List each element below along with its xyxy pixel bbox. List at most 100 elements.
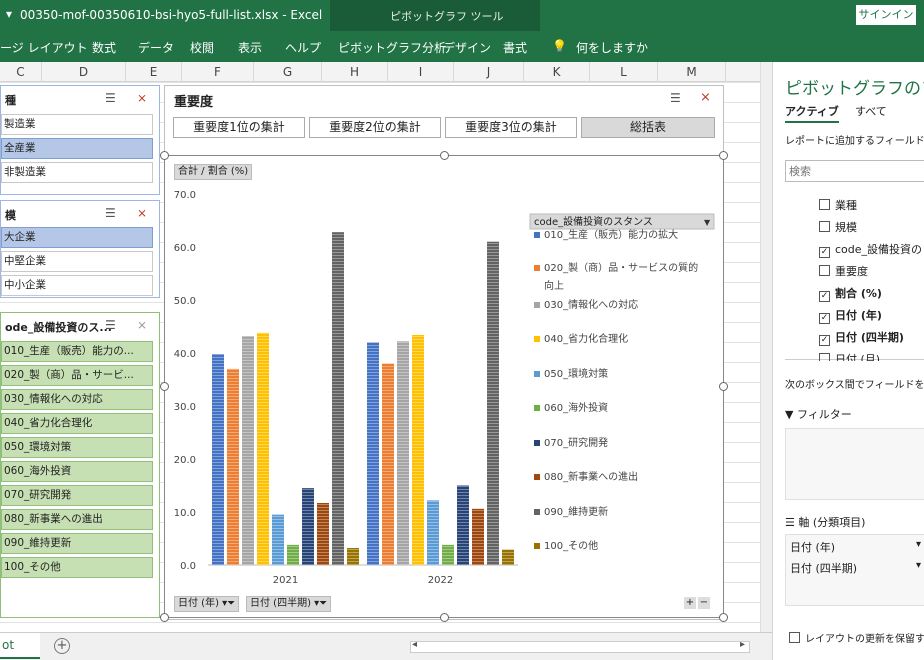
- clear-filter-icon[interactable]: ⨯: [137, 91, 147, 105]
- axis-field-button-quarter[interactable]: 日付 (四半期) ▾⏷: [246, 596, 332, 612]
- col-header-k[interactable]: K: [524, 62, 590, 82]
- field-item[interactable]: 重要度: [819, 263, 868, 279]
- slicer-item-selected[interactable]: 全産業: [1, 138, 153, 159]
- col-header-e[interactable]: E: [126, 62, 182, 82]
- field-item[interactable]: ✓ code_設備投資の: [819, 241, 922, 258]
- slicer-item[interactable]: 100_その他: [1, 557, 153, 578]
- tab-view[interactable]: 表示: [238, 39, 262, 56]
- col-header-j[interactable]: J: [454, 62, 524, 82]
- tab-pivotchart-analyze[interactable]: ピボットグラフ分析: [338, 39, 446, 56]
- tab-formulas[interactable]: 数式: [92, 39, 116, 56]
- slicer-item[interactable]: 非製造業: [1, 162, 153, 183]
- horizontal-scrollbar[interactable]: [410, 641, 750, 653]
- importance-1-button[interactable]: 重要度1位の集計: [173, 117, 305, 138]
- field-item[interactable]: 規模: [819, 219, 857, 235]
- defer-update-option[interactable]: レイアウトの更新を保留す: [789, 630, 924, 645]
- slicer-item[interactable]: 070_研究開発: [1, 485, 153, 506]
- filter-drop-area[interactable]: [785, 428, 924, 500]
- bar-texture: [412, 334, 424, 565]
- slicer-item[interactable]: 090_維持更新: [1, 533, 153, 554]
- checkbox[interactable]: [789, 632, 800, 643]
- col-header-c[interactable]: C: [0, 62, 42, 82]
- signin-button[interactable]: サインイン: [856, 5, 916, 25]
- checkbox[interactable]: [819, 199, 830, 210]
- axis-item-quarter[interactable]: 日付 (四半期): [790, 560, 857, 576]
- resize-handle[interactable]: [719, 382, 728, 391]
- add-sheet-button[interactable]: +: [54, 638, 70, 654]
- field-item[interactable]: 業種: [819, 197, 857, 213]
- bar-texture: [487, 241, 499, 565]
- field-item[interactable]: ✓ 日付 (四半期): [819, 329, 904, 346]
- tab-page-layout[interactable]: ージ レイアウト: [0, 39, 88, 56]
- field-item[interactable]: ✓ 割合 (%): [819, 285, 882, 302]
- collapse-field-button[interactable]: −: [698, 597, 710, 609]
- resize-handle[interactable]: [719, 613, 728, 622]
- checkbox[interactable]: [819, 353, 830, 361]
- importance-3-button[interactable]: 重要度3位の集計: [445, 117, 577, 138]
- scroll-right-icon[interactable]: ▸: [740, 639, 745, 650]
- resize-handle[interactable]: [719, 151, 728, 160]
- slicer-item[interactable]: 020_製（商）品・サービ...: [1, 365, 153, 386]
- checkbox-checked[interactable]: ✓: [819, 335, 830, 346]
- sheet-tab-active[interactable]: ot: [0, 633, 40, 659]
- clear-filter-icon[interactable]: ⨯: [137, 206, 147, 220]
- slicer-item[interactable]: 040_省力化合理化: [1, 413, 153, 434]
- resize-handle[interactable]: [160, 613, 169, 622]
- resize-handle[interactable]: [440, 151, 449, 160]
- scroll-left-icon[interactable]: ◂: [412, 639, 417, 650]
- resize-handle[interactable]: [160, 151, 169, 160]
- slicer-item[interactable]: 中小企業: [1, 275, 153, 296]
- col-header-d[interactable]: D: [42, 62, 126, 82]
- tab-design[interactable]: デザイン: [443, 39, 491, 56]
- quick-access-icon[interactable]: ▾: [6, 7, 12, 21]
- col-header-h[interactable]: H: [322, 62, 388, 82]
- field-search-input[interactable]: [785, 160, 924, 182]
- slicer-item[interactable]: 030_情報化への対応: [1, 389, 153, 410]
- tab-format[interactable]: 書式: [503, 39, 527, 56]
- chevron-down-icon[interactable]: ▾: [916, 539, 921, 550]
- vertical-scrollbar[interactable]: [760, 62, 772, 632]
- value-field-button[interactable]: 合計 / 割合 (%): [174, 164, 253, 180]
- tab-data[interactable]: データ: [138, 39, 174, 56]
- slicer-item[interactable]: 010_生産（販売）能力の...: [1, 341, 153, 362]
- tab-help[interactable]: ヘルプ: [285, 39, 321, 56]
- multi-select-icon[interactable]: ☰: [105, 91, 116, 105]
- col-header-m[interactable]: M: [658, 62, 726, 82]
- multi-select-icon[interactable]: ☰: [105, 318, 116, 332]
- slicer-item-selected[interactable]: 大企業: [1, 227, 153, 248]
- slicer-item[interactable]: 中堅企業: [1, 251, 153, 272]
- resize-handle[interactable]: [440, 613, 449, 622]
- checkbox[interactable]: [819, 221, 830, 232]
- col-header-l[interactable]: L: [590, 62, 658, 82]
- chevron-down-icon[interactable]: ▼: [704, 218, 711, 227]
- col-header-f[interactable]: F: [182, 62, 254, 82]
- slicer-header: 模: [5, 209, 16, 222]
- clear-filter-icon[interactable]: ⨯: [700, 90, 711, 105]
- axis-drop-area[interactable]: 日付 (年) ▾ 日付 (四半期) ▾: [785, 534, 924, 606]
- checkbox-checked[interactable]: ✓: [819, 291, 830, 302]
- field-item[interactable]: 日付 (月): [819, 351, 880, 361]
- axis-item-year[interactable]: 日付 (年): [790, 539, 835, 555]
- slicer-item[interactable]: 製造業: [1, 114, 153, 135]
- tab-active[interactable]: アクティブ: [785, 103, 839, 123]
- tab-all[interactable]: すべて: [855, 103, 887, 119]
- clear-filter-icon[interactable]: ⨯: [137, 318, 147, 332]
- tell-me-search[interactable]: 何をしますか: [576, 39, 648, 56]
- checkbox-checked[interactable]: ✓: [819, 313, 830, 324]
- slicer-item[interactable]: 060_海外投資: [1, 461, 153, 482]
- checkbox[interactable]: [819, 265, 830, 276]
- col-header-g[interactable]: G: [254, 62, 322, 82]
- importance-2-button[interactable]: 重要度2位の集計: [309, 117, 441, 138]
- multi-select-icon[interactable]: ☰: [670, 91, 681, 105]
- col-header-i[interactable]: I: [388, 62, 454, 82]
- tab-review[interactable]: 校閲: [190, 39, 214, 56]
- slicer-item[interactable]: 080_新事業への進出: [1, 509, 153, 530]
- field-item[interactable]: ✓ 日付 (年): [819, 307, 882, 324]
- expand-field-button[interactable]: +: [684, 597, 696, 609]
- summary-table-button[interactable]: 総括表: [581, 117, 715, 138]
- chevron-down-icon[interactable]: ▾: [916, 560, 921, 571]
- multi-select-icon[interactable]: ☰: [105, 206, 116, 220]
- axis-field-button-year[interactable]: 日付 (年) ▾⏷: [174, 596, 240, 612]
- slicer-item[interactable]: 050_環境対策: [1, 437, 153, 458]
- checkbox-checked[interactable]: ✓: [819, 247, 830, 258]
